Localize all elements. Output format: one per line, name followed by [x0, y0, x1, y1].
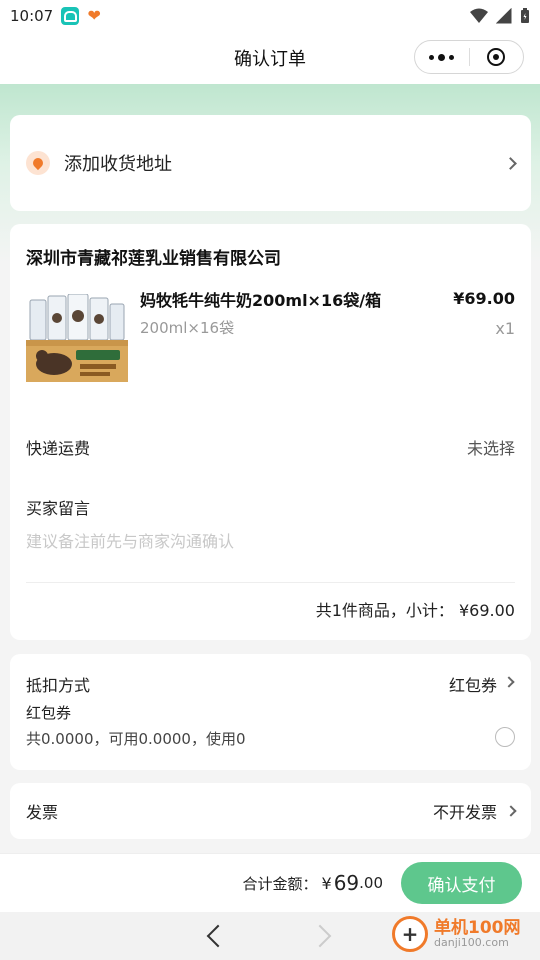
status-bar: 10:07 ❤ [0, 0, 540, 32]
product-quantity: x1 [495, 319, 515, 338]
chevron-right-icon [504, 156, 517, 170]
close-miniapp-button[interactable] [470, 41, 524, 73]
buyer-message-input[interactable]: 建议备注前先与商家沟通确认 [26, 528, 234, 552]
more-icon [429, 53, 455, 61]
target-icon [487, 48, 506, 66]
discount-card: 抵扣方式 红包券 红包券 共0.0000，可用0.0000，使用0 [10, 654, 531, 770]
product-spec: 200ml×16袋 [140, 319, 235, 337]
product-title: 妈牧牦牛纯牛奶200ml×16袋/箱 [140, 291, 382, 310]
product-price: ¥69.00 [453, 289, 515, 308]
watermark-domain: danji100.com [434, 936, 509, 950]
signal-icon [496, 8, 512, 24]
total-amount: 69 [333, 871, 360, 895]
browser-toolbar: 单机100网 danji100.com [0, 912, 540, 960]
subtotal: 共1件商品，小计： ¥69.00 [315, 601, 515, 620]
wifi-icon [470, 8, 488, 23]
shop-name: 深圳市青藏祁莲乳业销售有限公司 [26, 249, 281, 269]
miniapp-capsule [414, 40, 524, 74]
heart-app-icon: ❤ [87, 6, 101, 25]
discount-method-label: 抵扣方式 [26, 676, 91, 695]
shipping-value[interactable]: 未选择 [467, 435, 515, 459]
status-indicators [470, 8, 530, 24]
invoice-label: 发票 [26, 803, 59, 822]
coupon-radio[interactable] [495, 727, 515, 747]
buyer-message-label: 买家留言 [26, 499, 91, 518]
location-pin-icon [26, 151, 50, 175]
checkout-bar: 合计金额： ¥ 69 .00 确认支付 [0, 853, 540, 912]
total-decimal: .00 [359, 874, 383, 892]
coupon-label: 红包券 [26, 704, 72, 722]
page-title: 确认订单 [234, 49, 306, 70]
discount-method-value[interactable]: 红包券 [449, 672, 497, 696]
more-button[interactable] [415, 41, 469, 73]
order-card: 深圳市青藏祁莲乳业销售有限公司 妈牧牦牛纯牛奶200ml×16袋/箱 200ml… [10, 224, 531, 640]
invoice-row[interactable]: 发票 不开发票 [10, 783, 531, 839]
total-label: 合计金额： [242, 874, 318, 893]
total-currency: ¥ [321, 873, 332, 893]
app-notification-icon [61, 7, 80, 25]
confirm-pay-button[interactable]: 确认支付 [401, 862, 522, 904]
chevron-right-icon [503, 676, 515, 688]
watermark-logo-icon [392, 916, 428, 952]
status-time: 10:07 [10, 7, 54, 25]
watermark-name: 单机100网 [434, 917, 521, 938]
chevron-right-icon [505, 805, 517, 817]
add-address-card[interactable]: 添加收货地址 [10, 115, 531, 211]
coupon-info: 共0.0000，可用0.0000，使用0 [26, 730, 246, 748]
divider [26, 582, 515, 583]
back-arrow-icon[interactable] [206, 924, 230, 948]
invoice-value: 不开发票 [432, 803, 497, 822]
add-address-label: 添加收货地址 [64, 154, 172, 175]
navbar: 确认订单 [0, 32, 540, 84]
watermark: 单机100网 danji100.com [392, 916, 521, 952]
forward-arrow-icon[interactable] [308, 924, 332, 948]
battery-icon [521, 8, 529, 23]
shipping-label: 快递运费 [26, 439, 91, 458]
product-image[interactable] [26, 294, 128, 382]
